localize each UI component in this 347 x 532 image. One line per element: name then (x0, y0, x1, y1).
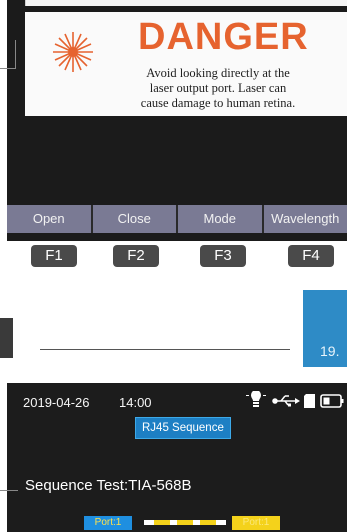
lightbulb-icon (246, 391, 266, 407)
left-margin-tab (0, 318, 13, 358)
function-button-row: F1 F2 F3 F4 (0, 245, 347, 269)
laser-warning-icon (53, 32, 93, 72)
danger-warning-panel: DANGER Avoid looking directly at the las… (25, 12, 347, 116)
screen-top-strip (25, 0, 347, 6)
danger-title: DANGER (138, 16, 309, 58)
port-left-label: Port:1 (84, 516, 132, 530)
usb-icon (272, 395, 300, 407)
f1-button[interactable]: F1 (31, 245, 77, 267)
danger-line-3: cause damage to human retina. (140, 96, 296, 110)
cable-line (144, 520, 226, 525)
danger-line-2: laser output port. Laser can (149, 81, 287, 95)
divider-line (40, 349, 290, 350)
danger-line-1: Avoid looking directly at the (146, 66, 290, 80)
page-number: 19. (320, 343, 340, 359)
f2-button[interactable]: F2 (113, 245, 159, 267)
port-right-text: Port:1 (242, 517, 270, 528)
callout-line (15, 40, 16, 69)
f3-button[interactable]: F3 (200, 245, 246, 267)
danger-message: Avoid looking directly at the laser outp… (103, 66, 333, 111)
sequence-test-label: Sequence Test:TIA-568B (25, 477, 192, 494)
softkey-close[interactable]: Close (93, 205, 178, 233)
status-icons (246, 391, 344, 408)
softkey-mode[interactable]: Mode (178, 205, 264, 233)
status-date: 2019-04-26 (23, 395, 90, 410)
status-time: 14:00 (119, 395, 152, 410)
port-right-label: Port:1 (232, 516, 280, 530)
callout-line (0, 490, 18, 491)
softkey-open[interactable]: Open (7, 205, 93, 233)
callout-line (0, 68, 16, 69)
battery-icon (320, 394, 344, 408)
softkey-bar: Open Close Mode Wavelength (7, 205, 347, 233)
screen-title: RJ45 Sequence (135, 417, 231, 439)
f4-button[interactable]: F4 (288, 245, 334, 267)
sd-card-icon (304, 394, 315, 408)
softkey-wavelength[interactable]: Wavelength (264, 205, 347, 233)
device-screen-bottom: 2019-04-26 14:00 RJ45 Sequence Sequence … (7, 383, 347, 532)
